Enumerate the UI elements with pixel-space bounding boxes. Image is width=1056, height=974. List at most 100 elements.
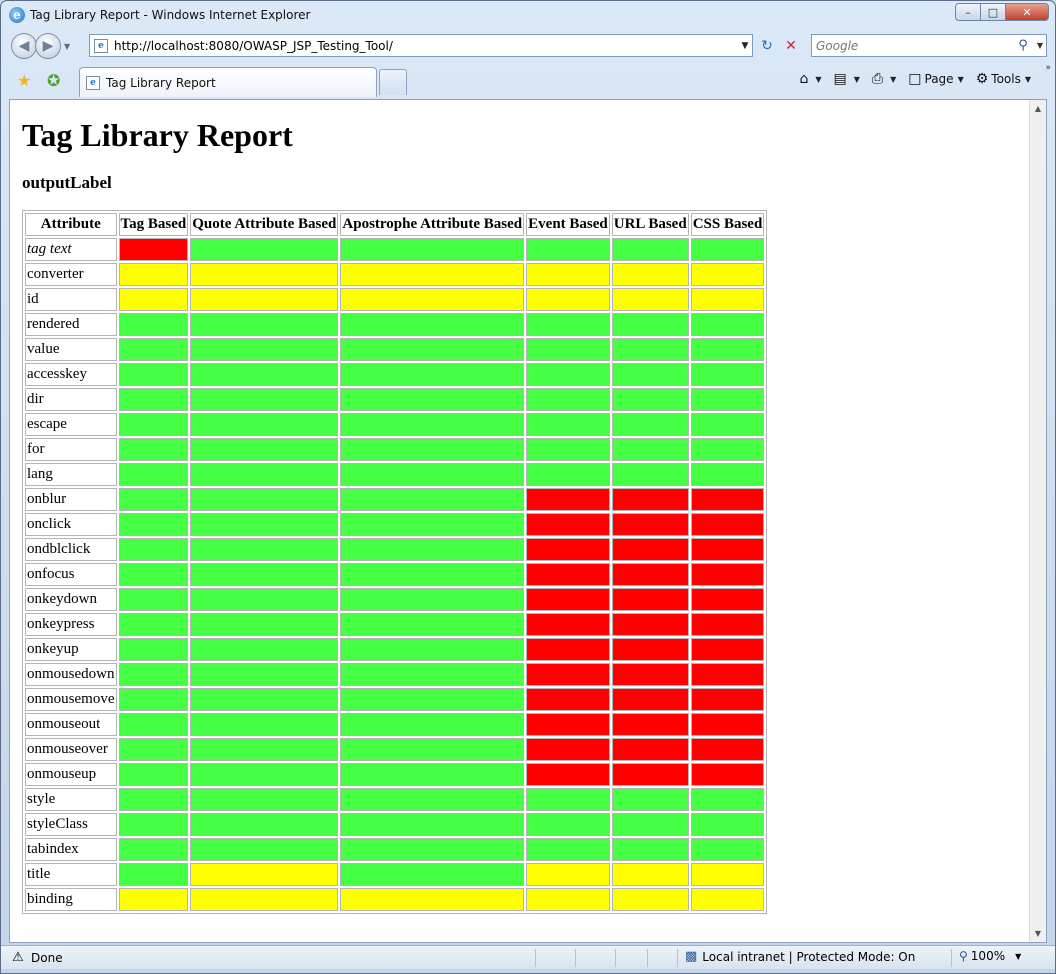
recent-pages-dropdown-icon[interactable]: ▼ [64, 42, 70, 51]
table-row: for [25, 438, 765, 461]
result-cell [190, 688, 339, 711]
result-cell [526, 488, 610, 511]
table-row: value [25, 338, 765, 361]
scroll-down-icon[interactable]: ▼ [1030, 925, 1046, 942]
result-cell [118, 513, 189, 536]
result-cell [611, 538, 689, 561]
result-cell [340, 813, 525, 836]
tools-menu-dropdown-icon: ▼ [1024, 74, 1031, 84]
status-divider [677, 949, 678, 967]
result-cell [190, 638, 339, 661]
attribute-name: onblur [25, 488, 117, 511]
result-cell [340, 388, 525, 411]
favorites-star-icon[interactable]: ★ [17, 71, 31, 90]
result-cell [190, 863, 339, 886]
page-menu-button[interactable]: □ Page ▼ [904, 71, 967, 87]
table-row: style [25, 788, 765, 811]
result-cell [690, 838, 765, 861]
print-dropdown-icon[interactable]: ▼ [890, 75, 896, 84]
address-dropdown-icon[interactable]: ▼ [738, 41, 752, 51]
magnifier-icon: ⚲ [959, 949, 968, 963]
result-cell [690, 663, 765, 686]
zoom-dropdown-icon[interactable]: ▼ [1015, 952, 1021, 961]
attribute-name: ondblclick [25, 538, 117, 561]
add-favorite-icon[interactable]: ✪ [47, 71, 60, 90]
column-header: Quote Attribute Based [190, 213, 339, 236]
result-cell [526, 538, 610, 561]
status-divider [647, 949, 648, 967]
search-dropdown-icon[interactable]: ▼ [1034, 41, 1046, 50]
result-cell [690, 763, 765, 786]
refresh-icon[interactable]: ↻ [755, 35, 779, 56]
close-button[interactable]: ✕ [1005, 3, 1049, 21]
attribute-name: styleClass [25, 813, 117, 836]
result-cell [118, 788, 189, 811]
security-zone[interactable]: ▩ Local intranet | Protected Mode: On [685, 949, 915, 964]
attribute-name: escape [25, 413, 117, 436]
result-cell [190, 888, 339, 911]
result-cell [690, 338, 765, 361]
result-cell [611, 563, 689, 586]
home-dropdown-icon[interactable]: ▼ [815, 75, 821, 84]
attribute-name: onmousemove [25, 688, 117, 711]
tab-tag-library-report[interactable]: e Tag Library Report [79, 67, 377, 97]
ie-logo-icon: e [9, 7, 25, 23]
table-row: escape [25, 413, 765, 436]
result-cell [340, 313, 525, 336]
attribute-name: tag text [25, 238, 117, 261]
result-cell [340, 538, 525, 561]
result-cell [611, 763, 689, 786]
page-viewport: Tag Library Report outputLabel Attribute… [9, 99, 1047, 943]
result-cell [611, 438, 689, 461]
scroll-up-icon[interactable]: ▲ [1030, 100, 1046, 117]
table-row: onkeyup [25, 638, 765, 661]
search-icon[interactable]: ⚲ [1012, 38, 1034, 53]
table-row: id [25, 288, 765, 311]
result-cell [118, 638, 189, 661]
result-cell [340, 788, 525, 811]
security-zone-text: Local intranet | Protected Mode: On [702, 949, 916, 964]
print-button[interactable]: ⎙ ▼ [868, 71, 900, 87]
result-cell [526, 638, 610, 661]
window-title: Tag Library Report - Windows Internet Ex… [30, 8, 311, 22]
result-cell [340, 613, 525, 636]
home-button[interactable]: ⌂ ▼ [795, 71, 825, 87]
result-cell [690, 263, 765, 286]
stop-icon[interactable]: ✕ [779, 35, 803, 56]
result-cell [611, 238, 689, 261]
result-cell [340, 863, 525, 886]
maximize-button[interactable]: □ [980, 3, 1006, 21]
table-row: binding [25, 888, 765, 911]
table-row: onfocus [25, 563, 765, 586]
intranet-zone-icon: ▩ [685, 949, 698, 964]
column-header: Event Based [526, 213, 610, 236]
result-cell [190, 288, 339, 311]
result-cell [190, 438, 339, 461]
minimize-button[interactable]: – [955, 3, 981, 21]
status-divider [575, 949, 576, 967]
vertical-scrollbar[interactable]: ▲ ▼ [1029, 100, 1046, 942]
home-icon: ⌂ [799, 71, 809, 87]
back-button[interactable]: ◀ [11, 33, 37, 59]
feeds-button[interactable]: ▤ ▼ [830, 71, 864, 87]
tools-menu-button[interactable]: ⚙ Tools ▼ [972, 71, 1035, 87]
result-cell [526, 413, 610, 436]
attribute-name: style [25, 788, 117, 811]
more-commands-chevron-icon[interactable]: » [1045, 63, 1051, 73]
result-cell [118, 388, 189, 411]
result-cell [526, 738, 610, 761]
result-cell [526, 388, 610, 411]
new-tab-button[interactable] [379, 69, 407, 95]
browser-window: e Tag Library Report - Windows Internet … [0, 0, 1056, 974]
result-cell [526, 663, 610, 686]
result-cell [118, 288, 189, 311]
result-cell [611, 613, 689, 636]
forward-button[interactable]: ▶ [35, 33, 61, 59]
zoom-control[interactable]: ⚲ 100% ▼ [959, 949, 1021, 963]
attribute-name: title [25, 863, 117, 886]
feeds-dropdown-icon[interactable]: ▼ [854, 75, 860, 84]
search-input[interactable] [812, 35, 1012, 56]
attribute-name: dir [25, 388, 117, 411]
url-text[interactable]: http://localhost:8080/OWASP_JSP_Testing_… [114, 39, 738, 53]
address-bar[interactable]: e http://localhost:8080/OWASP_JSP_Testin… [89, 34, 753, 57]
